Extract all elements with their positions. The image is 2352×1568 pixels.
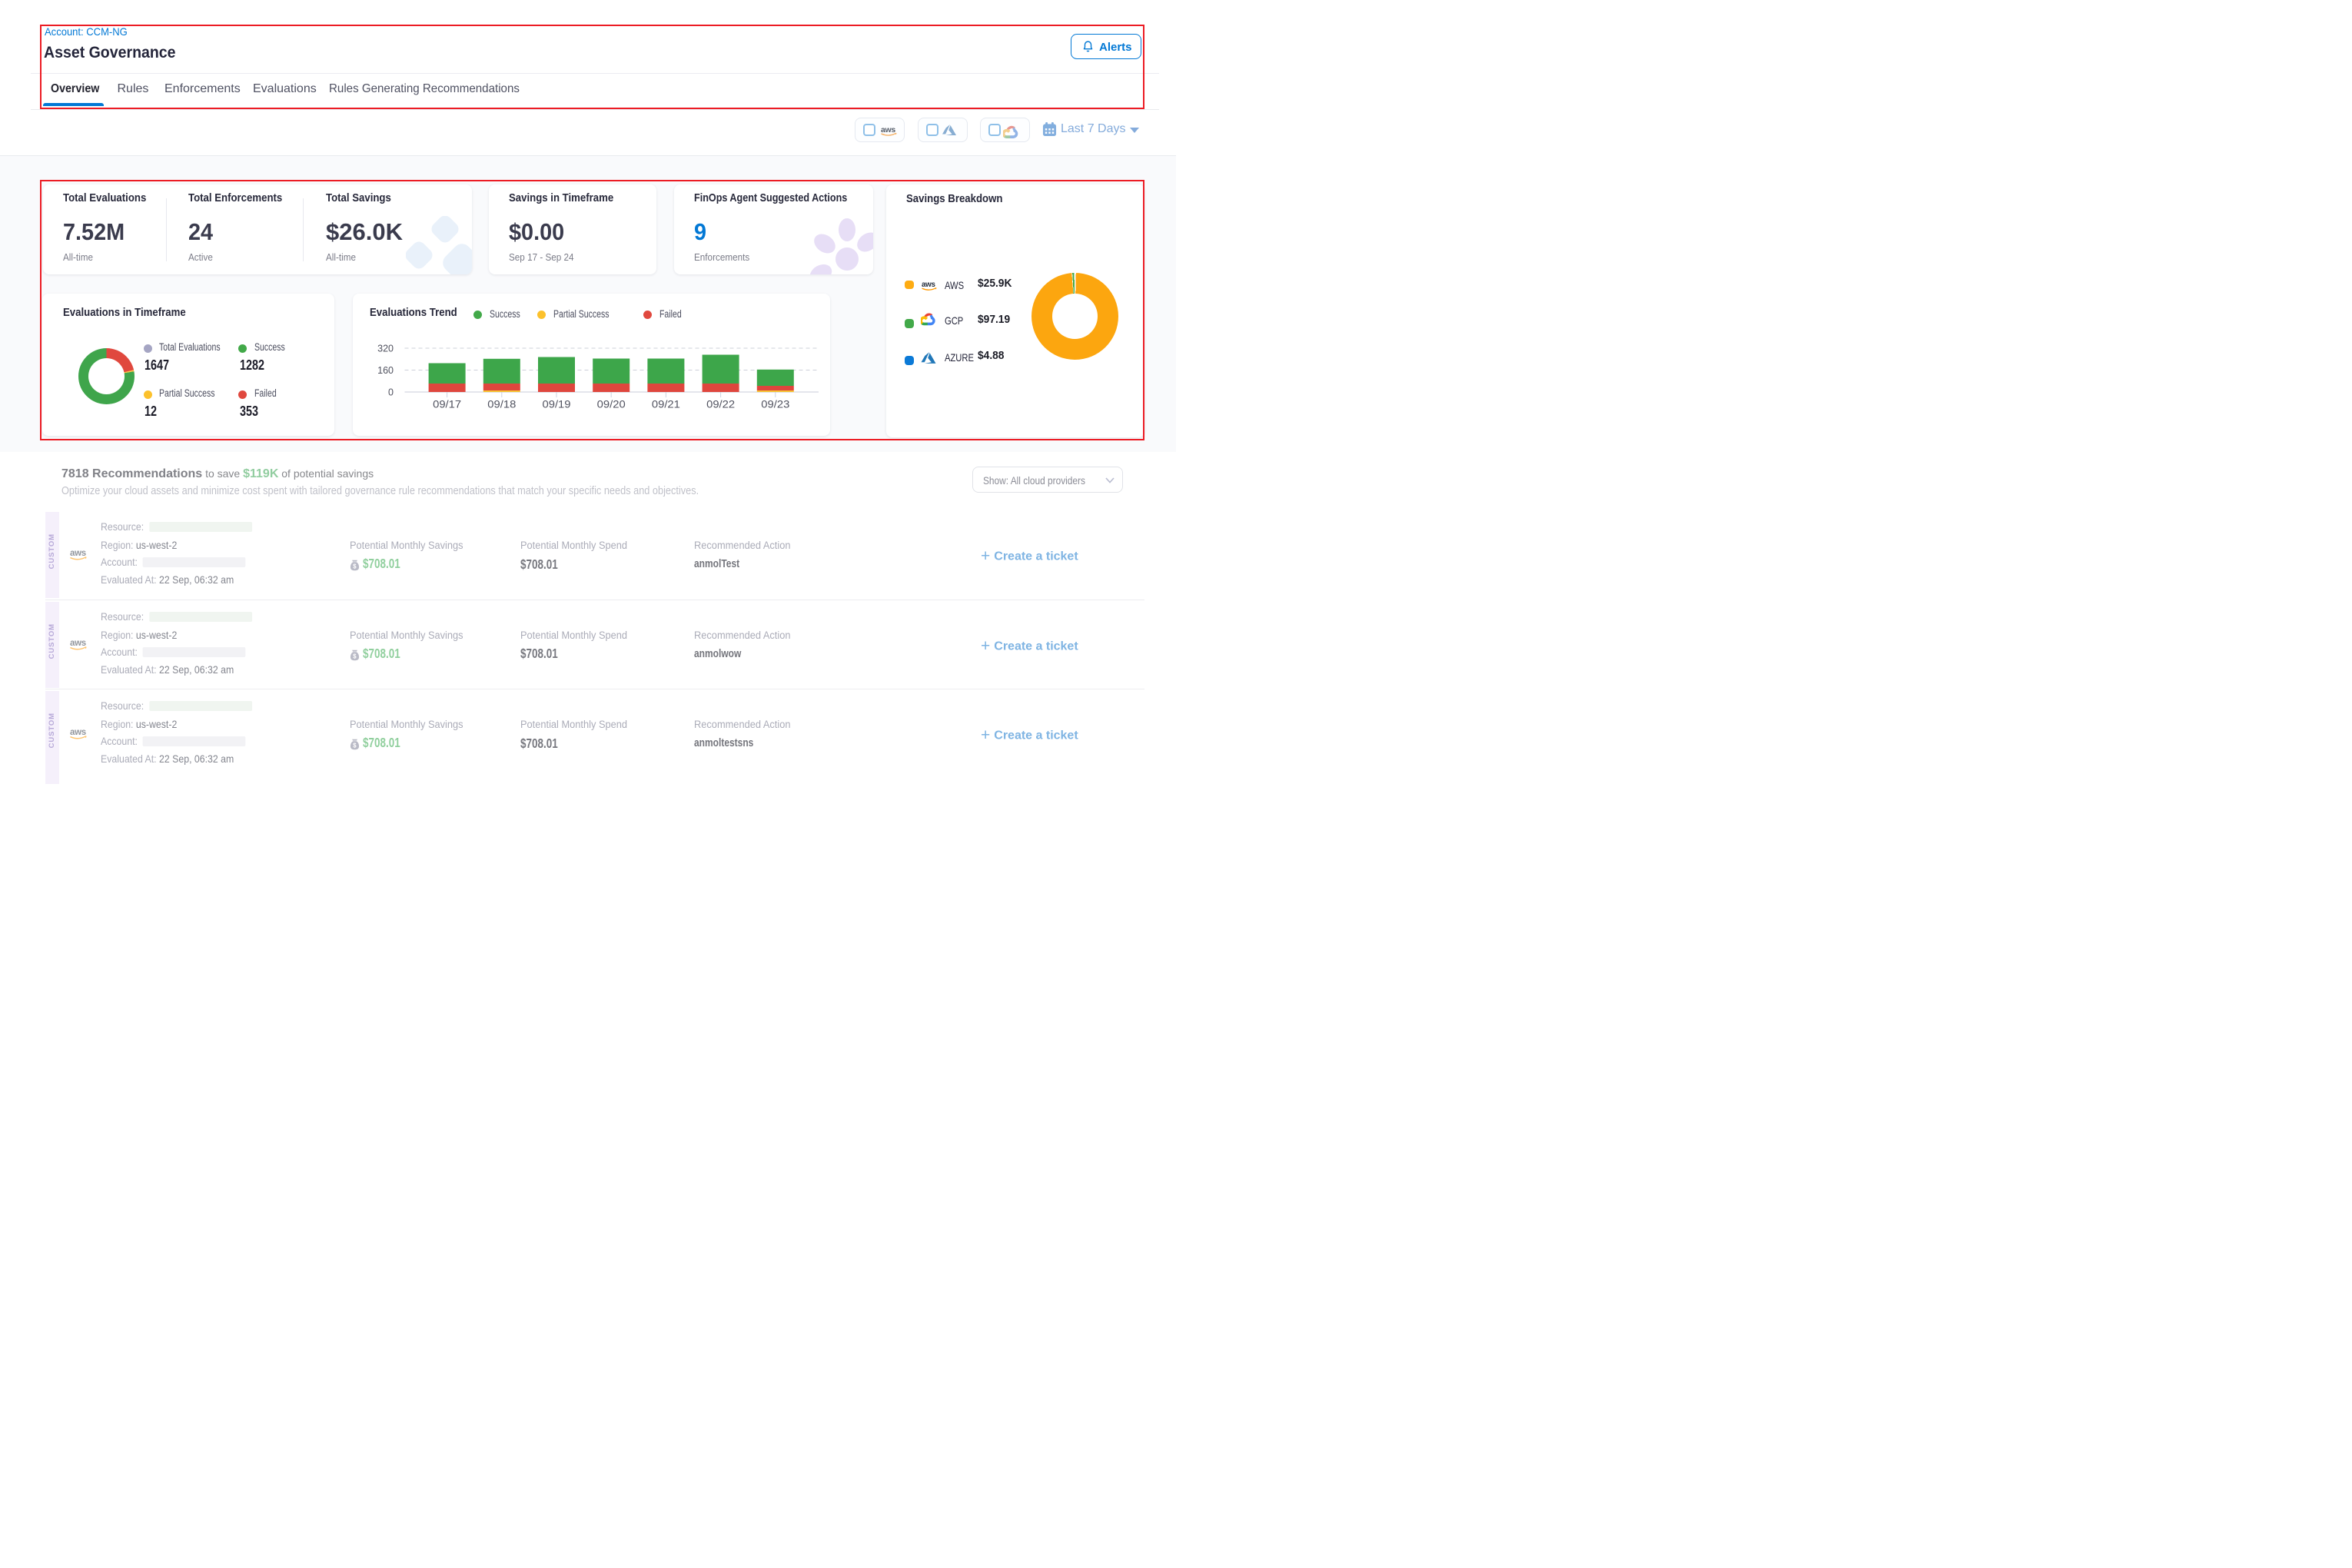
svg-text:$: $ bbox=[353, 563, 357, 570]
svg-text:$: $ bbox=[353, 742, 357, 749]
svg-text:aws: aws bbox=[70, 549, 86, 558]
svg-text:aws: aws bbox=[70, 639, 86, 648]
svg-text:$: $ bbox=[353, 653, 357, 659]
svg-text:aws: aws bbox=[881, 125, 895, 135]
svg-text:aws: aws bbox=[70, 728, 86, 737]
